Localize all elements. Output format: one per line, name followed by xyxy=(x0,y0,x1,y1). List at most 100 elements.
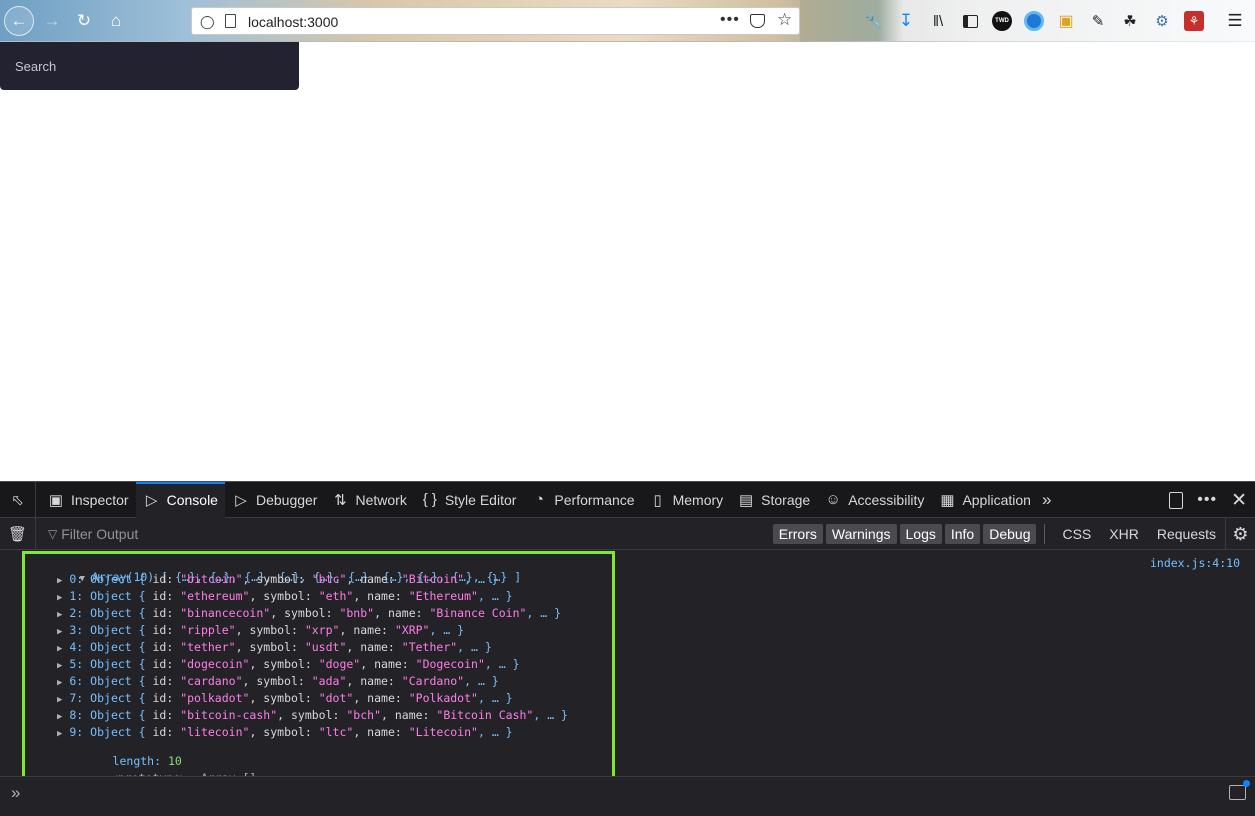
filter-info-button[interactable]: Info xyxy=(944,524,981,544)
puzzle-extension-icon[interactable]: ⚙ xyxy=(1152,11,1172,31)
menu-icon[interactable]: ☰ xyxy=(1225,11,1245,31)
object-label: Object { xyxy=(90,623,153,637)
array-header-row[interactable]: ▼ Array(10) [ {…}, {…}, {…}, {…}, {…}, {… xyxy=(38,556,522,584)
collapsed-triangle-icon[interactable]: ▶ xyxy=(57,729,62,739)
collapsed-triangle-icon[interactable]: ▶ xyxy=(57,695,62,705)
filter-warnings-button[interactable]: Warnings xyxy=(825,524,897,544)
tab-performance[interactable]: ◔ Performance xyxy=(523,482,641,518)
filter-debug-button[interactable]: Debug xyxy=(983,524,1037,544)
value-id: "bitcoin-cash" xyxy=(180,708,278,722)
filter-output-field[interactable]: ▽ Filter Output xyxy=(48,526,138,542)
filter-logs-button[interactable]: Logs xyxy=(899,524,942,544)
value-id: "cardano" xyxy=(180,674,243,688)
value-id: "ethereum" xyxy=(180,589,250,603)
download-icon[interactable]: ↧ xyxy=(896,11,916,31)
filter-placeholder: Filter Output xyxy=(61,525,139,542)
pocket-icon[interactable] xyxy=(750,14,765,28)
key-name: name: xyxy=(353,623,395,637)
filter-xhr-button[interactable]: XHR xyxy=(1109,526,1139,542)
tab-debugger[interactable]: ▷ Debugger xyxy=(225,482,325,518)
filter-css-button[interactable]: CSS xyxy=(1062,526,1091,542)
home-icon[interactable]: ⌂ xyxy=(101,6,131,36)
console-input[interactable]: » xyxy=(0,776,1255,816)
tab-accessibility[interactable]: ☺ Accessibility xyxy=(817,482,931,518)
sidebar-icon[interactable] xyxy=(960,11,980,31)
object-label: Object { xyxy=(90,640,153,654)
key-symbol: symbol: xyxy=(249,640,305,654)
bookmark-star-icon[interactable]: ☆ xyxy=(777,10,792,30)
tab-storage[interactable]: ▤ Storage xyxy=(730,482,817,518)
tab-network[interactable]: ⇅ Network xyxy=(324,482,413,518)
collapsed-triangle-icon[interactable]: ▶ xyxy=(57,712,62,722)
collapsed-triangle-icon[interactable]: ▶ xyxy=(57,627,62,637)
dock-mode-icon[interactable] xyxy=(1169,491,1184,509)
shield-icon[interactable]: ◯ xyxy=(200,14,215,29)
array-item-row[interactable]: ▶ 7: Object { id: "polkadot", symbol: "d… xyxy=(57,691,513,708)
notes-icon[interactable]: ✎ xyxy=(1088,11,1108,31)
browser-toolbar: ← → ↻ ⌂ ◯ localhost:3000 ••• ☆ 🔧 ↧ ‖\ TW… xyxy=(0,0,1255,42)
collapsed-triangle-icon[interactable]: ▶ xyxy=(57,661,62,671)
page-actions-icon[interactable]: ••• xyxy=(720,11,740,29)
devtools-options-icon[interactable]: ••• xyxy=(1197,491,1217,509)
clear-console-icon[interactable]: 🗑 xyxy=(0,517,36,550)
colon: : xyxy=(76,606,84,620)
colon: : xyxy=(76,640,84,654)
object-close: , … } xyxy=(533,708,568,722)
blue-extension-icon[interactable] xyxy=(1024,11,1044,31)
collapsed-triangle-icon[interactable]: ▶ xyxy=(57,678,62,688)
value-symbol: "usdt" xyxy=(304,640,347,654)
more-tools-chevron-icon[interactable]: » xyxy=(1042,490,1051,510)
tab-console[interactable]: ▷ Console xyxy=(135,481,226,518)
monitor-extension-icon[interactable]: ▣ xyxy=(1056,11,1076,31)
source-link[interactable]: index.js:4:10 xyxy=(1150,556,1240,570)
value-name: "XRP" xyxy=(394,623,430,637)
key-name: name: xyxy=(367,691,409,705)
array-item-row[interactable]: ▶ 2: Object { id: "binancecoin", symbol:… xyxy=(57,606,561,623)
filter-errors-button[interactable]: Errors xyxy=(772,524,823,544)
array-item-row[interactable]: ▶ 0: Object { id: "bitcoin", symbol: "bt… xyxy=(57,572,499,589)
reload-icon[interactable]: ↻ xyxy=(69,6,99,36)
value-name: "Litecoin" xyxy=(408,725,478,739)
array-item-row[interactable]: ▶ 4: Object { id: "tether", symbol: "usd… xyxy=(57,640,492,657)
collapsed-triangle-icon[interactable]: ▶ xyxy=(57,593,62,603)
inspector-icon: ▣ xyxy=(48,491,64,509)
address-bar[interactable]: ◯ localhost:3000 ••• ☆ xyxy=(191,7,800,35)
array-item-row[interactable]: ▶ 1: Object { id: "ethereum", symbol: "e… xyxy=(57,589,513,606)
filter-requests-button[interactable]: Requests xyxy=(1157,526,1216,542)
library-icon[interactable]: ‖\ xyxy=(928,11,948,31)
tab-inspector[interactable]: ▣ Inspector xyxy=(40,482,136,518)
console-settings-gear-icon[interactable]: ⚙ xyxy=(1225,518,1255,550)
key-name: name: xyxy=(360,674,402,688)
search-input[interactable]: Search xyxy=(0,42,299,90)
array-item-row[interactable]: ▶ 5: Object { id: "dogecoin", symbol: "d… xyxy=(57,657,520,674)
tab-label: Storage xyxy=(761,491,811,508)
collapsed-triangle-icon[interactable]: ▶ xyxy=(57,610,62,620)
tab-memory[interactable]: ▯ Memory xyxy=(642,482,731,518)
colon: : xyxy=(76,725,84,739)
close-devtools-icon[interactable]: ✕ xyxy=(1231,489,1247,512)
prototype-row[interactable]: ▶ <prototype>: Array [] xyxy=(57,757,257,785)
page-info-icon[interactable] xyxy=(225,14,236,28)
key-symbol: symbol: xyxy=(263,691,319,705)
devtools-panel: ⬁ ▣ Inspector ▷ Console ▷ Debugger ⇅ Network { }… xyxy=(0,481,1255,816)
element-picker-icon[interactable]: ⬁ xyxy=(0,481,36,518)
accessibility-icon: ☺ xyxy=(825,491,841,508)
url-text[interactable]: localhost:3000 xyxy=(248,14,338,30)
twd-extension-icon[interactable]: TWD xyxy=(992,11,1012,31)
tab-style-editor[interactable]: { } Style Editor xyxy=(414,482,524,518)
value-id: "bitcoin" xyxy=(180,572,243,586)
back-icon[interactable]: ← xyxy=(4,6,34,36)
wrench-icon[interactable]: 🔧 xyxy=(864,11,884,31)
red-extension-icon[interactable]: ⚘ xyxy=(1184,11,1204,31)
array-item-row[interactable]: ▶ 6: Object { id: "cardano", symbol: "ad… xyxy=(57,674,499,691)
array-item-row[interactable]: ▶ 8: Object { id: "bitcoin-cash", symbol… xyxy=(57,708,568,725)
array-item-row[interactable]: ▶ 3: Object { id: "ripple", symbol: "xrp… xyxy=(57,623,464,640)
object-close: , … } xyxy=(526,606,562,620)
tab-application[interactable]: ▦ Application xyxy=(931,482,1038,518)
collapsed-triangle-icon[interactable]: ▶ xyxy=(57,644,62,654)
ghost-extension-icon[interactable]: ☘ xyxy=(1120,11,1140,31)
object-close: , … } xyxy=(477,589,513,603)
editor-mode-icon[interactable] xyxy=(1229,780,1250,800)
collapsed-triangle-icon[interactable]: ▶ xyxy=(57,576,62,586)
forward-icon[interactable]: → xyxy=(37,6,67,36)
